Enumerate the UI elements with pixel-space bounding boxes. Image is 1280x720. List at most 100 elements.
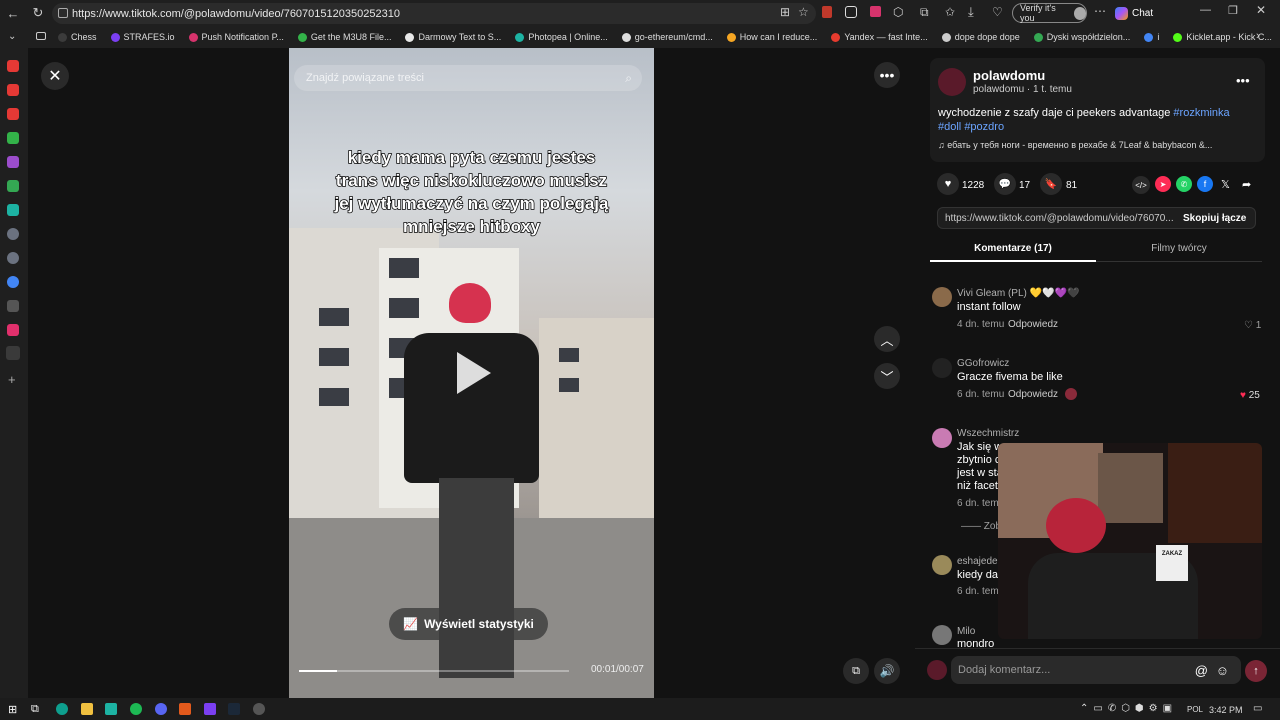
comment-author[interactable]: eshajeden xyxy=(957,556,1003,567)
embed-icon[interactable]: </> xyxy=(1132,176,1150,194)
post-more-icon[interactable]: ••• xyxy=(1236,73,1250,88)
reply-button[interactable]: Odpowiedz xyxy=(1008,319,1058,330)
bookmark-item[interactable]: Darmowy Text to S... xyxy=(405,28,501,46)
comment-avatar[interactable] xyxy=(932,287,952,307)
whatsapp-icon[interactable]: ✆ xyxy=(1176,176,1192,192)
video-player[interactable]: Znajdź powiązane treści ⌕ kiedy mama pyt… xyxy=(289,48,654,698)
sidebar-app-icon[interactable] xyxy=(7,156,19,168)
reload-icon[interactable]: ↻ xyxy=(30,5,46,21)
comment-avatar[interactable] xyxy=(932,555,952,575)
comment-like[interactable]: ♥ 25 xyxy=(1240,390,1260,401)
search-input[interactable]: Znajdź powiązane treści ⌕ xyxy=(294,65,642,91)
volume-icon[interactable]: 🔊 xyxy=(874,658,900,684)
comment-avatar[interactable] xyxy=(932,358,952,378)
explorer-icon[interactable] xyxy=(81,703,93,715)
close-window-icon[interactable]: ✕ xyxy=(1256,3,1266,17)
send-icon[interactable]: ➤ xyxy=(1155,176,1171,192)
sidebar-app-icon[interactable] xyxy=(7,180,19,192)
steam-icon[interactable] xyxy=(228,703,240,715)
sidebar-app-icon[interactable] xyxy=(7,276,19,288)
bookmark-item[interactable]: Yandex — fast Inte... xyxy=(831,28,928,46)
comment-like[interactable]: ♡ 1 xyxy=(1244,320,1261,331)
bookmark-item[interactable]: go-ethereum/cmd... xyxy=(621,28,713,46)
comment-icon[interactable]: 💬 xyxy=(994,173,1016,195)
task-view-icon[interactable]: ⧉ xyxy=(31,703,39,716)
close-icon[interactable]: ✕ xyxy=(41,62,69,90)
app-icon[interactable] xyxy=(253,703,265,715)
hashtag[interactable]: #rozkminka xyxy=(1173,107,1229,119)
bookmark-item[interactable]: i xyxy=(1144,28,1159,46)
bookmark-item[interactable]: dope dope dope xyxy=(941,28,1020,46)
start-icon[interactable]: ⊞ xyxy=(8,703,17,716)
sidebar-app-icon[interactable] xyxy=(7,108,19,120)
bookmark-item[interactable]: Push Notification P... xyxy=(188,28,284,46)
restore-icon[interactable]: ❐ xyxy=(1228,4,1238,17)
clock[interactable]: 3:42 PM xyxy=(1209,705,1243,715)
more-menu-icon[interactable]: ⋯ xyxy=(1094,4,1106,18)
site-info-icon[interactable] xyxy=(58,8,68,18)
music-line[interactable]: ♫ ебать у тебя ноги - временно в рехабе … xyxy=(938,140,1258,150)
sidebar-app-icon[interactable] xyxy=(7,84,19,96)
bookmark-item[interactable]: How can I reduce... xyxy=(726,28,817,46)
bookmark-icon[interactable]: 🔖 xyxy=(1040,173,1062,195)
sidebar-app-icon[interactable] xyxy=(7,324,19,336)
extension-icon-3[interactable] xyxy=(870,6,881,17)
extensions-icon[interactable]: ⧉ xyxy=(920,5,929,20)
tray-icons[interactable]: ⌃▭✆⬡⬢⚙▣ xyxy=(1080,703,1177,714)
comment-avatar[interactable] xyxy=(932,428,952,448)
comment-avatar[interactable] xyxy=(932,625,952,645)
app-icon[interactable] xyxy=(105,703,117,715)
bookmark-item[interactable]: Dyski współdzielon... xyxy=(1033,28,1130,46)
language-indicator[interactable]: POL xyxy=(1187,705,1203,714)
play-icon[interactable] xyxy=(449,348,495,398)
sidebar-app-icon[interactable] xyxy=(7,252,19,264)
address-bar[interactable]: https://www.tiktok.com/@polawdomu/video/… xyxy=(52,3,816,24)
progress-bar[interactable] xyxy=(299,670,569,672)
tab-creator-videos[interactable]: Filmy twórcy xyxy=(1096,243,1262,254)
tab-actions-icon[interactable]: ⌄ xyxy=(8,31,16,42)
bookmark-item[interactable]: Get the M3U8 File... xyxy=(297,28,391,46)
tab-comments[interactable]: Komentarze (17) xyxy=(930,243,1096,254)
comment-author[interactable]: GGofrowicz xyxy=(957,358,1009,369)
favorites-icon[interactable]: ✩ xyxy=(945,5,955,19)
sidebar-app-icon[interactable] xyxy=(7,60,19,72)
spotify-icon[interactable] xyxy=(130,703,142,715)
extension-icon-4[interactable]: ⬡ xyxy=(893,5,903,19)
app-icon[interactable] xyxy=(179,703,191,715)
x-share-icon[interactable]: 𝕏 xyxy=(1221,178,1230,191)
like-icon[interactable]: ♥ xyxy=(937,173,959,195)
back-icon[interactable]: ← xyxy=(5,5,21,21)
more-options-icon[interactable]: ••• xyxy=(874,62,900,88)
bookmark-item[interactable]: Chess xyxy=(58,28,97,46)
sidebar-app-icon[interactable] xyxy=(6,346,20,360)
workspaces-icon[interactable] xyxy=(36,32,46,40)
download-icon[interactable]: ⤓ xyxy=(968,4,974,20)
emoji-icon[interactable]: ☺ xyxy=(1216,663,1229,678)
view-replies-button[interactable]: —— Zob xyxy=(961,521,1001,532)
reply-button[interactable]: Odpowiedz xyxy=(1008,389,1058,400)
sidebar-app-icon[interactable] xyxy=(7,132,19,144)
creator-avatar[interactable] xyxy=(938,68,966,96)
copy-link-button[interactable]: Skopiuj łącze xyxy=(1183,213,1246,224)
notifications-icon[interactable]: ▭ xyxy=(1253,703,1262,714)
view-stats-button[interactable]: 📈 Wyświetl statystyki xyxy=(389,608,548,640)
share-icon[interactable]: ➦ xyxy=(1242,178,1251,191)
creator-username[interactable]: polawdomu xyxy=(973,68,1045,83)
discord-icon[interactable] xyxy=(155,703,167,715)
sidebar-app-icon[interactable] xyxy=(7,228,19,240)
comment-author[interactable]: Milo xyxy=(957,626,975,637)
star-icon[interactable]: ☆ xyxy=(798,5,809,19)
sidebar-add-icon[interactable]: + xyxy=(8,372,16,387)
collections-icon[interactable]: ♡ xyxy=(992,5,1003,19)
pip-icon[interactable]: ⧉ xyxy=(843,658,869,684)
bookmark-item[interactable]: Photopea | Online... xyxy=(515,28,608,46)
hashtag[interactable]: #doll xyxy=(938,121,961,133)
bookmarks-overflow-icon[interactable]: › xyxy=(1256,30,1260,42)
extension-icon-1[interactable] xyxy=(822,6,832,18)
minimize-icon[interactable]: — xyxy=(1200,4,1211,16)
next-video-icon[interactable]: ﹀ xyxy=(874,363,900,389)
post-comment-icon[interactable]: ↑ xyxy=(1245,660,1267,682)
sidebar-app-icon[interactable] xyxy=(7,204,19,216)
chat-button[interactable]: Chat xyxy=(1115,4,1153,22)
share-link[interactable]: https://www.tiktok.com/@polawdomu/video/… xyxy=(945,213,1173,224)
